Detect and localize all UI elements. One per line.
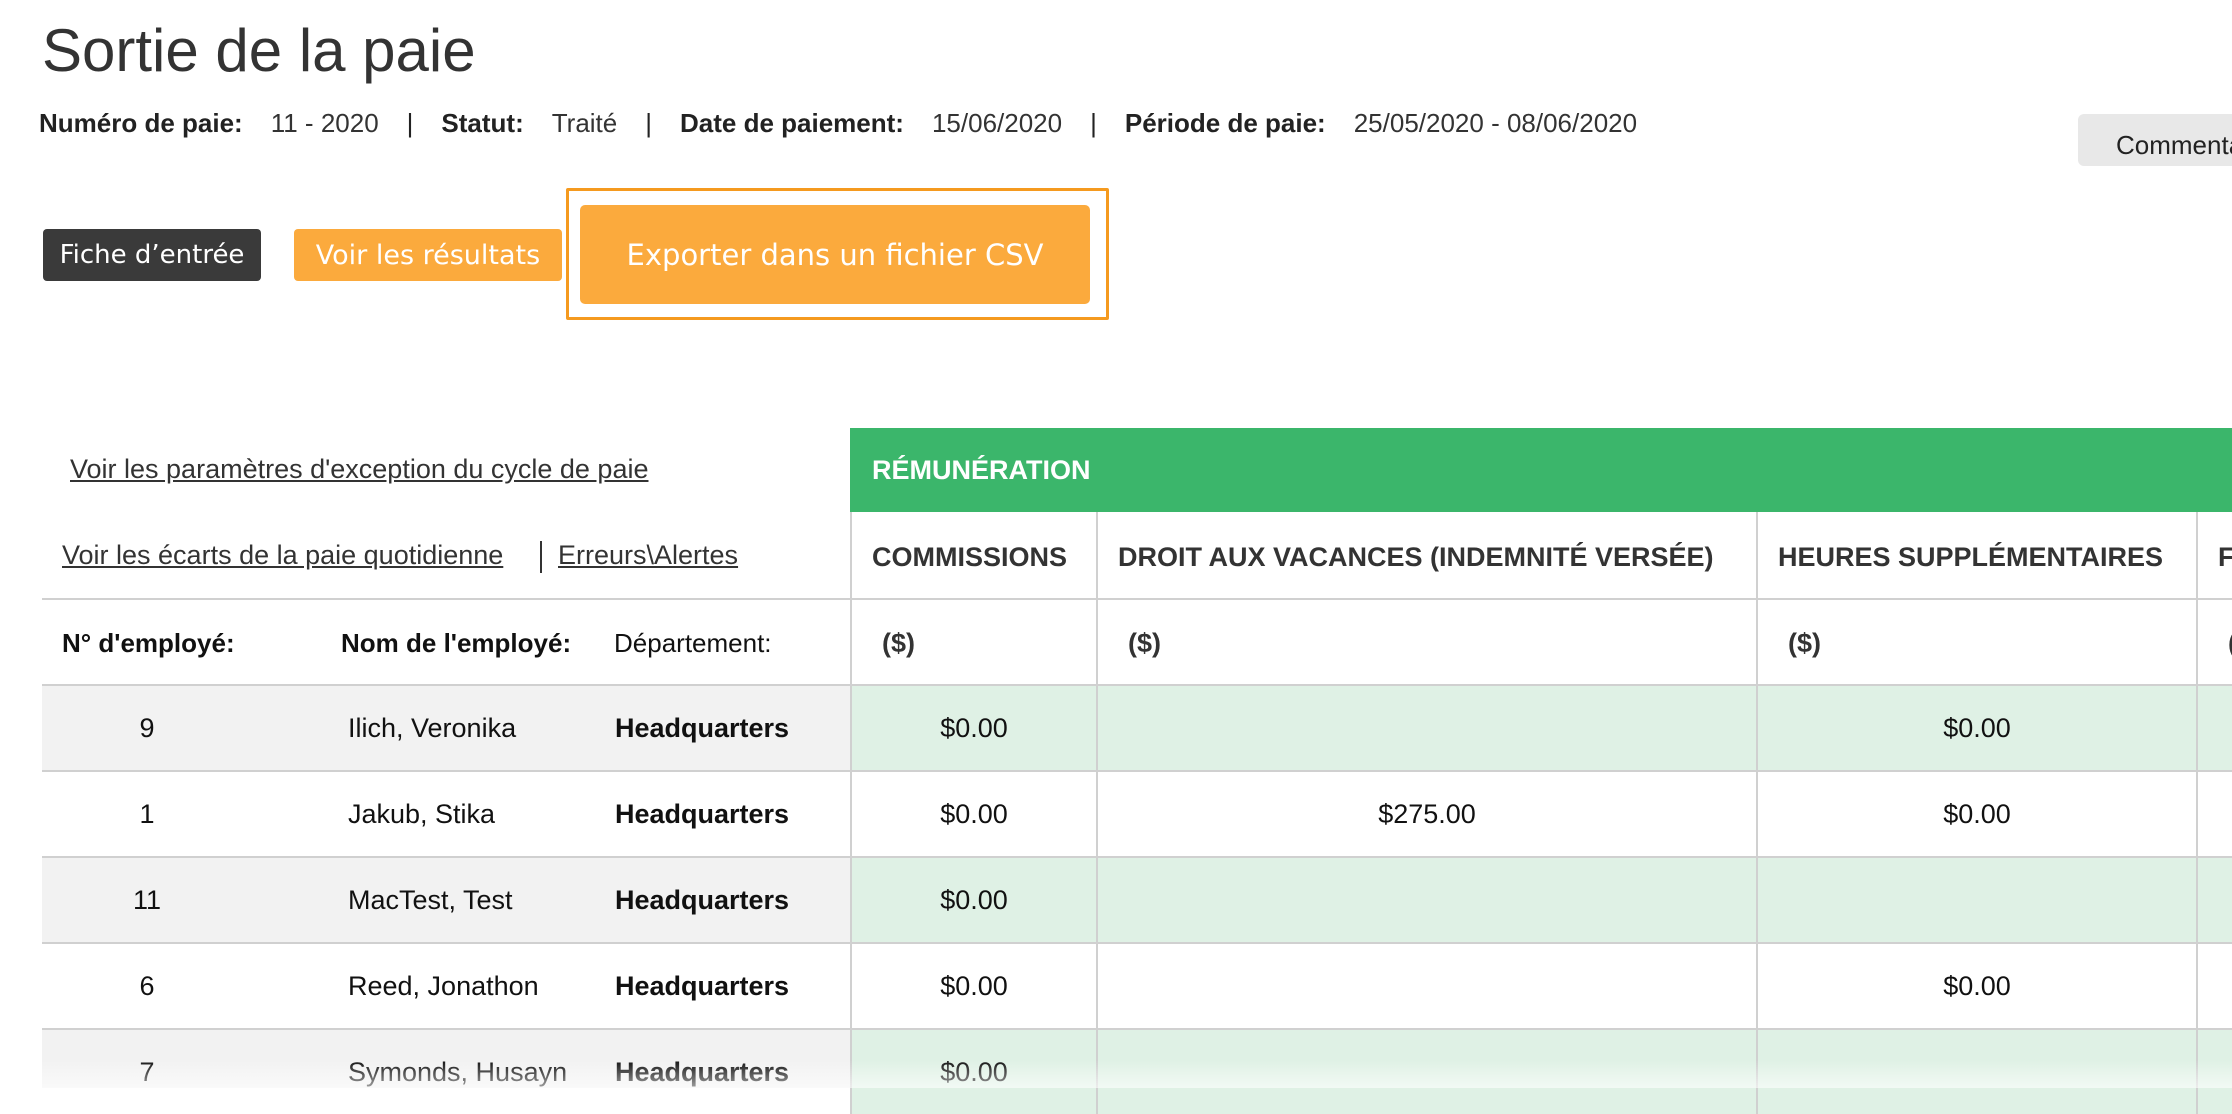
pay-date-label: Date de paiement: [680,108,904,138]
overtime-cell[interactable]: $0.00 [1756,686,2196,770]
employee-name: Reed, Jonathon [348,971,539,1001]
partial-cell[interactable] [2196,944,2232,1028]
comments-button[interactable]: Commenta [2078,114,2232,166]
meta-separator: | [406,108,414,138]
employee-name: Symonds, Husayn [348,1057,568,1087]
employee-department: Headquarters [615,799,790,829]
meta-separator: | [1090,108,1097,138]
commissions-cell[interactable]: $0.00 [850,1030,1096,1114]
overtime-cell[interactable] [1756,858,2196,942]
errors-alerts-link[interactable]: Erreurs\Alertes [558,540,738,571]
status-value: Traité [551,108,618,138]
table-row[interactable]: 6 Reed, Jonathon Headquarters $0.00 $0.0… [42,942,2232,1028]
unit-partial: ( [2196,598,2232,684]
pay-run-meta: Numéro de paie: 11 - 2020 | Statut: Trai… [39,108,1637,139]
vacation-pay-cell[interactable] [1096,1030,1756,1114]
employee-name: Ilich, Veronika [348,713,517,743]
column-header-partial[interactable]: F [2196,512,2232,598]
exception-params-link[interactable]: Voir les paramètres d'exception du cycle… [70,454,648,485]
table-row[interactable]: 1 Jakub, Stika Headquarters $0.00 $275.0… [42,770,2232,856]
commissions-cell[interactable]: $0.00 [850,772,1096,856]
unit-vacation-pay: ($) [1096,598,1756,684]
employee-name: MacTest, Test [348,885,513,915]
employee-name: Jakub, Stika [348,799,496,829]
commissions-cell[interactable]: $0.00 [850,686,1096,770]
link-divider [540,541,542,573]
column-header-vacation-pay[interactable]: DROIT AUX VACANCES (INDEMNITÉ VERSÉE) [1096,512,1756,598]
table-row[interactable]: 9 Ilich, Veronika Headquarters $0.00 $0.… [42,684,2232,770]
section-header-remuneration: RÉMUNÉRATION [850,428,2232,512]
pay-period-label: Période de paie: [1124,108,1326,138]
employee-number: 9 [139,713,155,743]
column-header-department[interactable]: Département: [614,628,772,659]
export-csv-button[interactable]: Exporter dans un fichier CSV [580,205,1090,304]
pay-number-value: 11 - 2020 [270,108,379,138]
pay-number-label: Numéro de paie: [39,108,243,138]
unit-overtime: ($) [1756,598,2196,684]
overtime-cell[interactable]: $0.00 [1756,944,2196,1028]
vacation-pay-cell[interactable] [1096,944,1756,1028]
partial-cell[interactable] [2196,1030,2232,1114]
entry-sheet-button[interactable]: Fiche d’entrée [43,229,261,281]
employee-department: Headquarters [615,713,790,743]
employee-number: 1 [139,799,155,829]
page-title: Sortie de la paie [42,17,476,84]
employee-department: Headquarters [615,971,790,1001]
overtime-cell[interactable] [1756,1030,2196,1114]
column-header-overtime[interactable]: HEURES SUPPLÉMENTAIRES [1756,512,2196,598]
table-row[interactable]: 7 Symonds, Husayn Headquarters $0.00 [42,1028,2232,1114]
partial-cell[interactable] [2196,772,2232,856]
vacation-pay-cell[interactable] [1096,686,1756,770]
status-label: Statut: [441,108,524,138]
employee-department: Headquarters [615,885,790,915]
table-row[interactable]: 11 MacTest, Test Headquarters $0.00 [42,856,2232,942]
employee-department: Headquarters [615,1057,790,1087]
vacation-pay-cell[interactable]: $275.00 [1096,772,1756,856]
partial-cell[interactable] [2196,858,2232,942]
view-results-button[interactable]: Voir les résultats [294,229,562,281]
employee-number: 11 [132,885,162,915]
partial-cell[interactable] [2196,686,2232,770]
daily-variances-link[interactable]: Voir les écarts de la paie quotidienne [62,540,503,571]
column-header-commissions[interactable]: COMMISSIONS [850,512,1096,598]
unit-commissions: ($) [850,598,1096,684]
vacation-pay-cell[interactable] [1096,858,1756,942]
employee-number: 6 [139,971,155,1001]
commissions-cell[interactable]: $0.00 [850,858,1096,942]
column-header-employee-name[interactable]: Nom de l'employé: [341,628,571,659]
pay-date-value: 15/06/2020 [931,108,1063,138]
overtime-cell[interactable]: $0.00 [1756,772,2196,856]
commissions-cell[interactable]: $0.00 [850,944,1096,1028]
meta-separator: | [645,108,653,138]
employee-number: 7 [139,1057,155,1087]
column-header-employee-number[interactable]: N° d'employé: [62,628,235,659]
pay-period-value: 25/05/2020 - 08/06/2020 [1353,108,1638,138]
